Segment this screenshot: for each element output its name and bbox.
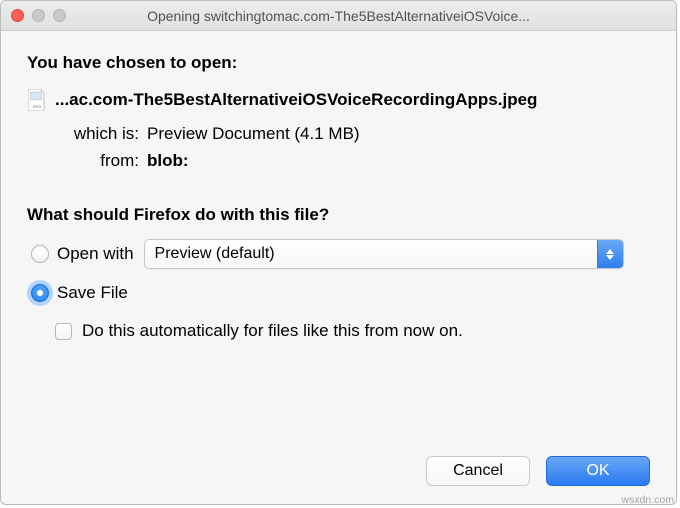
watermark: wsxdn.com	[621, 494, 674, 506]
from-label: from:	[49, 152, 139, 169]
auto-checkbox[interactable]	[55, 323, 72, 340]
open-with-radio[interactable]	[31, 245, 49, 263]
open-with-app-value: Preview (default)	[145, 245, 597, 263]
which-is-value: Preview Document (4.1 MB)	[147, 125, 360, 142]
from-value: blob:	[147, 152, 189, 169]
open-with-row[interactable]: Open with Preview (default)	[27, 239, 650, 269]
which-is-label: which is:	[49, 125, 139, 142]
save-file-label: Save File	[57, 283, 128, 303]
download-dialog: Opening switchingtomac.com-The5BestAlter…	[0, 0, 677, 505]
svg-text:JPEG: JPEG	[33, 105, 42, 109]
open-heading: You have chosen to open:	[27, 53, 650, 73]
open-with-label: Open with	[57, 244, 134, 264]
action-question: What should Firefox do with this file?	[27, 205, 650, 225]
auto-label: Do this automatically for files like thi…	[82, 321, 463, 341]
auto-row[interactable]: Do this automatically for files like thi…	[27, 321, 650, 341]
titlebar: Opening switchingtomac.com-The5BestAlter…	[1, 1, 676, 31]
window-title: Opening switchingtomac.com-The5BestAlter…	[1, 8, 676, 24]
filename: ...ac.com-The5BestAlternativeiOSVoiceRec…	[55, 90, 537, 110]
save-file-radio[interactable]	[31, 284, 49, 302]
select-stepper-icon[interactable]	[597, 240, 623, 268]
save-file-row[interactable]: Save File	[27, 283, 650, 303]
jpeg-file-icon: JPEG	[27, 89, 47, 111]
file-row: JPEG ...ac.com-The5BestAlternativeiOSVoi…	[27, 89, 650, 111]
dialog-buttons: Cancel OK	[426, 456, 650, 486]
cancel-button[interactable]: Cancel	[426, 456, 530, 486]
dialog-content: You have chosen to open: JPEG ...ac.com-…	[1, 31, 676, 504]
file-info: which is: Preview Document (4.1 MB) from…	[27, 125, 650, 169]
ok-button[interactable]: OK	[546, 456, 650, 486]
open-with-app-select[interactable]: Preview (default)	[144, 239, 624, 269]
